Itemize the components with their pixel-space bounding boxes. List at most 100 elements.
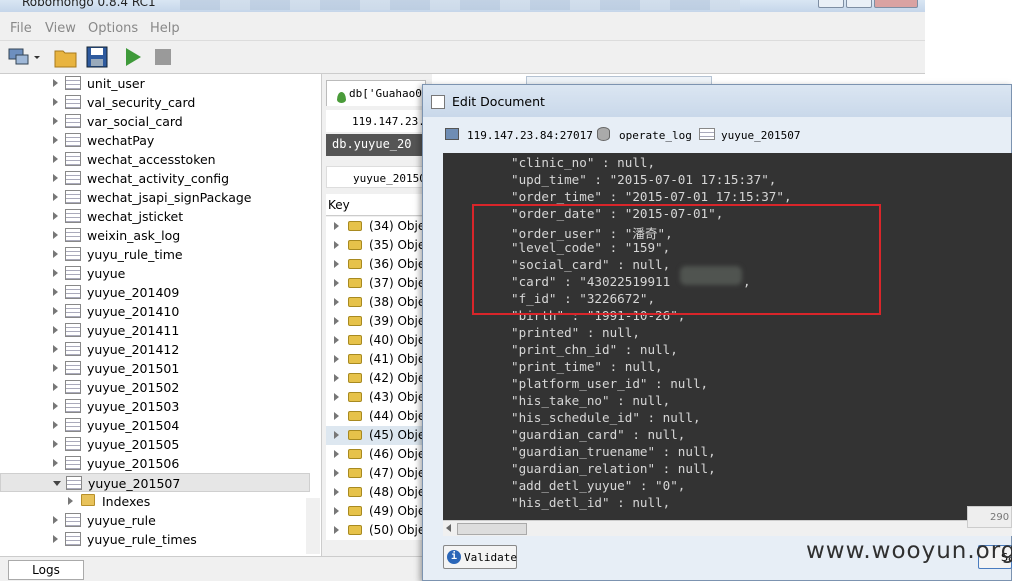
collapse-arrow-icon[interactable]	[53, 481, 61, 486]
expand-arrow-icon[interactable]	[334, 355, 339, 363]
tree-item[interactable]: wechat_jsticket	[0, 207, 310, 226]
expand-arrow-icon[interactable]	[334, 412, 339, 420]
tree-item[interactable]: yuyue_201409	[0, 283, 310, 302]
expand-arrow-icon[interactable]	[53, 193, 58, 201]
tree-item[interactable]: unit_user	[0, 74, 310, 93]
tree-item[interactable]: yuyu_rule_time	[0, 245, 310, 264]
tree-item[interactable]: wechat_jsapi_signPackage	[0, 188, 310, 207]
expand-arrow-icon[interactable]	[53, 440, 58, 448]
expand-arrow-icon[interactable]	[53, 459, 58, 467]
expand-arrow-icon[interactable]	[53, 535, 58, 543]
expand-arrow-icon[interactable]	[53, 136, 58, 144]
expand-arrow-icon[interactable]	[53, 79, 58, 87]
open-folder-icon[interactable]	[54, 45, 78, 69]
menu-options[interactable]: Options	[88, 21, 138, 36]
result-row[interactable]: (40) Obje	[326, 331, 432, 350]
tree-item[interactable]: yuyue_201506	[0, 454, 310, 473]
maximize-button[interactable]	[846, 0, 872, 8]
result-row-selected[interactable]: (45) Obje	[326, 426, 432, 445]
expand-arrow-icon[interactable]	[53, 326, 58, 334]
expand-arrow-icon[interactable]	[334, 317, 339, 325]
result-row[interactable]: (36) Obje	[326, 255, 432, 274]
expand-arrow-icon[interactable]	[334, 260, 339, 268]
result-row[interactable]: (49) Obje	[326, 502, 432, 521]
expand-arrow-icon[interactable]	[53, 307, 58, 315]
query-editor[interactable]: db.yuyue_20	[326, 134, 432, 156]
tree-item[interactable]: yuyue_201411	[0, 321, 310, 340]
expand-arrow-icon[interactable]	[334, 279, 339, 287]
menu-help[interactable]: Help	[150, 21, 180, 36]
validate-button[interactable]: i Validate	[443, 545, 517, 569]
expand-arrow-icon[interactable]	[53, 364, 58, 372]
result-row[interactable]: (43) Obje	[326, 388, 432, 407]
tree-item[interactable]: yuyue_201412	[0, 340, 310, 359]
expand-arrow-icon[interactable]	[53, 98, 58, 106]
expand-arrow-icon[interactable]	[334, 374, 339, 382]
expand-arrow-icon[interactable]	[334, 431, 339, 439]
expand-arrow-icon[interactable]	[53, 174, 58, 182]
save-icon[interactable]	[85, 45, 109, 69]
expand-arrow-icon[interactable]	[334, 507, 339, 515]
tree-item[interactable]: yuyue_201502	[0, 378, 310, 397]
expand-arrow-icon[interactable]	[53, 250, 58, 258]
tree-item[interactable]: yuyue_rule_times	[0, 530, 310, 549]
result-row[interactable]: (48) Obje	[326, 483, 432, 502]
result-row[interactable]: (47) Obje	[326, 464, 432, 483]
tree-item[interactable]: val_security_card	[0, 93, 310, 112]
tree-item-selected[interactable]: yuyue_201507	[0, 473, 310, 492]
expand-arrow-icon[interactable]	[53, 421, 58, 429]
query-tab[interactable]: db['Guahao0u	[326, 80, 426, 106]
expand-arrow-icon[interactable]	[53, 383, 58, 391]
expand-arrow-icon[interactable]	[53, 117, 58, 125]
result-row[interactable]: (44) Obje	[326, 407, 432, 426]
logs-tab[interactable]: Logs	[8, 560, 84, 580]
result-row[interactable]: (46) Obje	[326, 445, 432, 464]
stop-icon[interactable]	[152, 45, 176, 69]
editor-horizontal-scrollbar[interactable]	[443, 520, 1012, 536]
tree-item[interactable]: yuyue_201410	[0, 302, 310, 321]
tree-item[interactable]: var_social_card	[0, 112, 310, 131]
key-column-header[interactable]: Key	[326, 194, 432, 216]
result-row[interactable]: (35) Obje	[326, 236, 432, 255]
expand-arrow-icon[interactable]	[334, 469, 339, 477]
expand-arrow-icon[interactable]	[53, 155, 58, 163]
scroll-thumb[interactable]	[457, 523, 527, 535]
tree-item[interactable]: yuyue_201504	[0, 416, 310, 435]
menu-file[interactable]: File	[10, 21, 32, 36]
expand-arrow-icon[interactable]	[334, 298, 339, 306]
tree-item[interactable]: yuyue	[0, 264, 310, 283]
expand-arrow-icon[interactable]	[53, 516, 58, 524]
expand-arrow-icon[interactable]	[334, 526, 339, 534]
expand-arrow-icon[interactable]	[334, 336, 339, 344]
tree-item-indexes[interactable]: Indexes	[0, 492, 310, 511]
result-row[interactable]: (37) Obje	[326, 274, 432, 293]
expand-arrow-icon[interactable]	[334, 488, 339, 496]
result-row[interactable]: (38) Obje	[326, 293, 432, 312]
result-row[interactable]: (34) Obje	[326, 217, 432, 236]
tree-item[interactable]: yuyue_201503	[0, 397, 310, 416]
expand-arrow-icon[interactable]	[53, 402, 58, 410]
tree-item[interactable]: wechat_accesstoken	[0, 150, 310, 169]
expand-arrow-icon[interactable]	[334, 393, 339, 401]
close-button[interactable]	[874, 0, 918, 8]
result-row[interactable]: (42) Obje	[326, 369, 432, 388]
expand-arrow-icon[interactable]	[334, 222, 339, 230]
connect-icon[interactable]	[8, 45, 40, 69]
result-row[interactable]: (50) Obje	[326, 521, 432, 540]
tree-item[interactable]: yuyue_rule	[0, 511, 310, 530]
result-row[interactable]: (39) Obje	[326, 312, 432, 331]
expand-arrow-icon[interactable]	[53, 269, 58, 277]
expand-arrow-icon[interactable]	[53, 231, 58, 239]
expand-arrow-icon[interactable]	[53, 345, 58, 353]
result-row[interactable]: (41) Obje	[326, 350, 432, 369]
expand-arrow-icon[interactable]	[53, 212, 58, 220]
tree-item[interactable]: wechatPay	[0, 131, 310, 150]
tree-item[interactable]: yuyue_201505	[0, 435, 310, 454]
expand-arrow-icon[interactable]	[53, 288, 58, 296]
menu-view[interactable]: View	[45, 21, 76, 36]
tree-item[interactable]: wechat_activity_config	[0, 169, 310, 188]
expand-arrow-icon[interactable]	[334, 241, 339, 249]
tree-item[interactable]: weixin_ask_log	[0, 226, 310, 245]
minimize-button[interactable]	[818, 0, 844, 8]
expand-arrow-icon[interactable]	[68, 497, 73, 505]
